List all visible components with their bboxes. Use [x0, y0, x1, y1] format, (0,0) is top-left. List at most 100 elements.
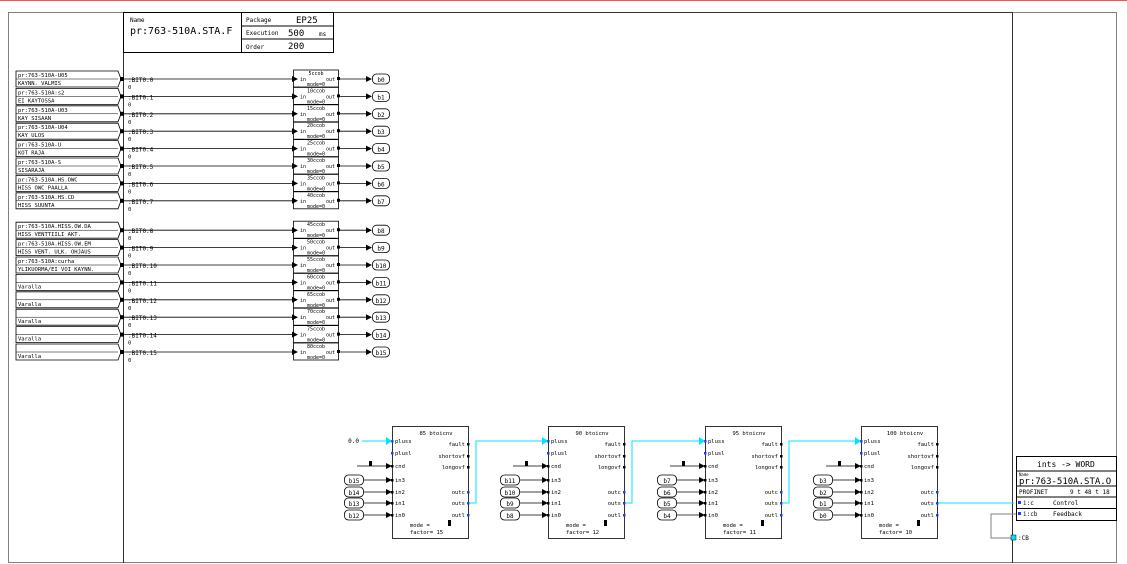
btoicnv-input-arrow: [386, 489, 392, 495]
btoicnv-pin-right-marker: [936, 514, 939, 517]
word-block-pin-2-marker: [1018, 512, 1021, 515]
btoicnv-block-2[interactable]: 95 btoicnv pluss plusl cnd in3 in2 in1 in0 fault…: [626, 426, 783, 539]
ccob-out-dot: [337, 228, 340, 232]
btoicnv-pin-left-marker: [547, 452, 550, 455]
input-label-line-2: KAYNN. VALMIS: [18, 81, 61, 87]
input-junction: [120, 77, 124, 81]
btoicnv-pin-left-in3: in3: [395, 478, 405, 484]
btoicnv-input-arrow: [386, 477, 392, 483]
btoicnv-pin-right-marker: [467, 455, 470, 458]
input-label-line-2: Varalla: [18, 302, 41, 308]
btoicnv-block-1[interactable]: 90 btoicnv pluss plusl cnd in3 in2 in1 in0 fault…: [470, 426, 626, 539]
ccob-block-pin-out: out: [326, 112, 335, 118]
btoicnv-input-arrow: [699, 477, 705, 483]
ccob-out-dot: [337, 198, 340, 202]
input-label-line-1: pr:763-510A.HISS.OW.DA: [18, 224, 92, 230]
input-bit-label: :BIT0.6: [128, 181, 154, 188]
btoicnv-mode-text: mode =: [723, 523, 744, 529]
btoicnv-pin-right-shortovf: shortovf: [595, 454, 622, 460]
input-label-line-1: pr:763-510A:s2: [18, 90, 64, 96]
btoicnv-pin-right-shortovf: shortovf: [908, 454, 935, 460]
header-name-value: pr:763-510A.STA.F: [130, 26, 232, 37]
btoicnv-input-tag-label: b11: [505, 478, 516, 485]
input-channel-15[interactable]: Varalla:BIT0.15080ccobin outmode=0b15: [15, 342, 390, 364]
ccob-out-dot: [337, 146, 340, 150]
btoicnv-pin-left-plusl: plusl: [864, 451, 881, 457]
btoicnv-input-tag-label: b8: [506, 513, 514, 520]
cnd-arrow: [542, 463, 548, 469]
input-label-line-1: pr:763-510A.HS.CD: [18, 195, 74, 201]
input-label-line-2: Varalla: [18, 284, 41, 290]
ccob-out-dot: [337, 94, 340, 98]
btoicnv-pin-left-marker: [391, 452, 394, 455]
btoicnv-mode-marker: [448, 520, 451, 526]
btoicnv-input-tag-label: b4: [663, 513, 671, 520]
pluss-const-value: 0.0: [348, 438, 359, 445]
btoicnv-pin-right-fault: fault: [448, 442, 465, 448]
chain-arrow: [855, 437, 861, 445]
btoicnv-pin-left-cnd: cnd: [708, 464, 718, 470]
ccob-out-dot: [337, 350, 340, 353]
output-arrow: [366, 197, 372, 204]
input-label-line-2: HISS VENT. ULK. OHJAUS: [18, 250, 91, 256]
ccob-block-title: 10ccob: [307, 88, 325, 94]
btoicnv-pin-left-plusl: plusl: [395, 451, 412, 457]
ccob-block-pin-out: out: [326, 129, 335, 135]
ccob-out-dot: [337, 181, 340, 185]
header-order-value: 200: [288, 42, 304, 52]
ccob-block-pin-out: out: [326, 315, 335, 321]
input-bit-value: 0: [128, 189, 131, 195]
input-label-line-2: EI KAYTOSSA: [18, 98, 55, 104]
btoicnv-pin-left-in2: in2: [551, 490, 561, 496]
btoicnv-pin-right-outs: outs: [608, 501, 621, 507]
btoicnv-input-arrow: [855, 512, 861, 518]
ccob-block-title: 55ccob: [307, 257, 325, 263]
ccob-block-pin-out: out: [326, 263, 335, 269]
output-arrow: [366, 279, 372, 286]
cnd-marker: [369, 461, 372, 466]
btoicnv-input-arrow: [855, 477, 861, 483]
output-tag-label: b9: [377, 246, 385, 253]
btoicnv-title: 95 btoicnv: [732, 431, 766, 437]
btoicnv-pin-right-marker: [623, 455, 626, 458]
output-tag-label: b1: [377, 94, 385, 101]
header-package-value: EP25: [296, 16, 318, 26]
output-tag-label: b6: [377, 181, 385, 188]
output-arrow: [366, 145, 372, 152]
input-junction: [120, 350, 124, 354]
input-channel-7[interactable]: pr:763-510A.HS.CDHISS SUUNTA:BIT0.7040cc…: [15, 191, 390, 213]
btoicnv-pin-right-longovf: longovf: [598, 465, 621, 471]
output-arrow: [366, 244, 372, 251]
input-junction: [120, 164, 124, 168]
ccob-out-dot: [337, 280, 340, 284]
ccob-out-dot: [337, 111, 340, 115]
btoicnv-block-3[interactable]: 100 btoicnv pluss plusl cnd in3 in2 in1 in0 faul…: [783, 426, 939, 539]
output-tag-label: b11: [376, 280, 387, 287]
input-bit-label: :BIT0.5: [128, 164, 154, 171]
btoicnv-factor-text: factor= 11: [723, 530, 756, 536]
btoicnv-block-0[interactable]: 85 btoicnv pluss plusl cnd in3 in2 in1 in0 fault…: [344, 426, 470, 539]
chain-arrow: [699, 437, 705, 445]
input-bit-label: :BIT0.4: [128, 147, 154, 154]
ccob-block-pin-in: in: [300, 333, 306, 339]
input-bit-label: :BIT0.11: [128, 280, 157, 287]
input-label-line-2: Varalla: [18, 319, 41, 325]
input-bit-value: 0: [128, 120, 131, 126]
btoicnv-pin-right-outc: outc: [765, 490, 778, 496]
btoicnv-input-tag-label: b6: [663, 490, 671, 497]
word-block[interactable]: ints -> WORD Name pr:763-510A.STA.O PROF…: [990, 456, 1117, 543]
header-package-label: Package: [246, 17, 272, 24]
input-junction: [120, 181, 124, 186]
btoicnv-pin-left-in1: in1: [395, 501, 405, 507]
output-arrow: [366, 110, 372, 117]
ccob-out-dot: [337, 297, 340, 301]
ccob-block-pin-out: out: [326, 350, 335, 356]
output-tag-label: b13: [376, 315, 387, 322]
ccob-block-pin-in: in: [300, 263, 306, 269]
ccob-block-pin-out: out: [326, 147, 335, 153]
output-arrow: [366, 93, 372, 100]
btoicnv-input-tag-label: b13: [349, 501, 360, 508]
output-arrow: [366, 262, 372, 268]
word-block-address: 9 t 48 t 18: [1070, 489, 1110, 496]
btoicnv-pin-left-in3: in3: [708, 478, 718, 484]
